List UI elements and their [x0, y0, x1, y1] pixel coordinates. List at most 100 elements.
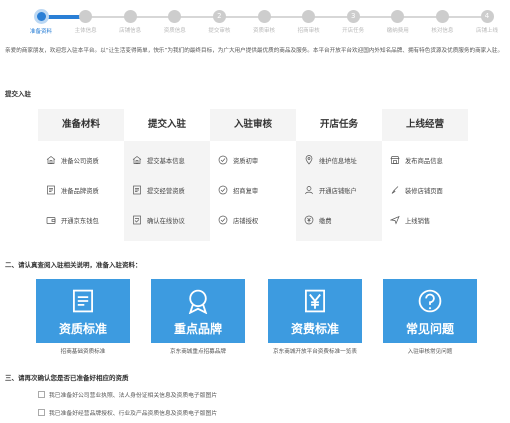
info-card[interactable]: 常见问题	[383, 279, 477, 343]
progress-step: 主体信息	[61, 0, 111, 34]
info-card-caption[interactable]: 京东商城重点招募品牌	[151, 347, 245, 355]
process-item-label: 提交经营资质	[147, 187, 185, 195]
process-item: 开通店铺账户	[304, 185, 357, 195]
process-item-label: 开通京东钱包	[61, 217, 99, 225]
process-item: 缴费	[304, 215, 332, 225]
process-column: 提交入驻 提交基本信息 提交经营资质 确认在线协议	[124, 109, 210, 241]
process-column-title: 准备材料	[38, 109, 124, 141]
progress-step-dot: 3	[346, 10, 360, 23]
process-column-title: 开店任务	[296, 109, 382, 141]
process-column-body: 准备公司资质 准备品牌资质 开通京东钱包	[38, 141, 124, 241]
confirm-checkbox-1[interactable]: 我已准备好公司营业执照、法人身份证相关信息及资质电子版图片	[38, 390, 217, 399]
process-column-body: 提交基本信息 提交经营资质 确认在线协议	[124, 141, 210, 241]
section-title-confirm: 三、请再次确认您是否已准备好相应的资质	[5, 374, 129, 382]
progress-step-label: 资质信息	[163, 28, 186, 34]
info-card-caption[interactable]: 入驻审核常见问题	[383, 347, 477, 355]
location-icon	[304, 155, 314, 165]
contract-icon	[132, 215, 142, 225]
info-card[interactable]: 资质标准	[36, 279, 130, 343]
process-column: 入驻审核 资质初审 招商复审 店铺授权	[210, 109, 296, 241]
confirm-checkbox-2[interactable]: 我已准备好经营品牌授权、行业及产品资质信息及资质电子版图片	[38, 408, 217, 417]
process-item-label: 准备公司资质	[61, 157, 99, 165]
progress-step-dot	[435, 10, 449, 23]
question-icon	[417, 288, 443, 314]
progress-step-dot	[302, 10, 316, 23]
progress-step: 资质信息	[150, 0, 200, 34]
info-card-caption[interactable]: 招商基础资质标准	[36, 347, 130, 355]
process-column: 开店任务维护信息地址 开通店铺账户 缴费	[296, 109, 382, 241]
progress-step: 4 店铺上线	[462, 0, 510, 34]
send-icon	[389, 215, 400, 225]
user-icon	[304, 185, 314, 195]
info-card-caption[interactable]: 京东商城开放平台资费标准一览表	[268, 347, 362, 355]
progress-step-label: 店铺上线	[475, 28, 498, 34]
progress-step-label: 开店任务	[342, 28, 365, 34]
process-item-label: 上线销售	[405, 217, 431, 225]
checkbox-icon[interactable]	[38, 409, 45, 416]
intro-text: 亲爱的商家朋友，欢迎您入驻本平台。以“让生活变得简单，快乐”为我们的最终目标，为…	[5, 48, 504, 54]
progress-step-label: 提交审核	[208, 28, 231, 34]
process-table: 准备材料 准备公司资质 准备品牌资质 开通京东钱包 提交入驻 提交基本信息 提交经营资质 确认…	[38, 109, 468, 241]
progress-step-label: 缴纳费用	[386, 28, 409, 34]
check-icon	[218, 155, 228, 165]
progress-bar: 准备资料 主体信息 店铺信息 资质信息 2 提交审核 资质审核 招商审核 3 开店任务 缴纳费用 核对…	[0, 0, 510, 40]
process-item: 招商复审	[218, 185, 258, 195]
process-item-label: 资质初审	[233, 157, 259, 165]
progress-step-label: 店铺信息	[119, 28, 142, 34]
section-title-prepare: 二、请认真查阅入驻相关说明，准备入驻资料：	[5, 261, 142, 269]
process-item: 装修店铺页面	[390, 185, 443, 195]
progress-step: 2 提交审核	[194, 0, 244, 34]
home-icon	[46, 155, 56, 165]
progress-step: 招商审核	[284, 0, 334, 34]
info-card-title: 重点品牌	[173, 322, 222, 336]
info-card-title: 资费标准	[290, 322, 339, 336]
info-card-title: 常见问题	[405, 322, 454, 336]
process-column: 准备材料 准备公司资质 准备品牌资质 开通京东钱包	[38, 109, 124, 241]
process-item-label: 确认在线协议	[147, 217, 185, 225]
document-icon	[70, 288, 96, 314]
document-icon	[132, 185, 142, 195]
check-icon	[218, 185, 228, 195]
progress-step-label: 招商审核	[297, 28, 320, 34]
home-icon	[132, 155, 142, 165]
process-item-label: 店铺授权	[233, 217, 259, 225]
progress-step-dot	[391, 10, 405, 23]
process-item-label: 维护信息地址	[319, 157, 357, 165]
process-item-label: 装修店铺页面	[405, 187, 443, 195]
process-item: 准备公司资质	[46, 155, 99, 165]
yen-icon	[302, 288, 328, 314]
progress-step-label: 核对信息	[431, 28, 454, 34]
process-item: 维护信息地址	[304, 155, 357, 165]
progress-step-dot	[123, 10, 137, 23]
progress-step-label: 准备资料	[29, 29, 52, 35]
wallet-icon	[46, 215, 56, 225]
progress-step: 店铺信息	[105, 0, 155, 34]
process-item-label: 开通店铺账户	[319, 187, 357, 195]
process-item-label: 发布商品信息	[405, 157, 443, 165]
progress-step: 核对信息	[417, 0, 467, 34]
info-card[interactable]: 资费标准	[268, 279, 362, 343]
confirm-label-1: 我已准备好公司营业执照、法人身份证相关信息及资质电子版图片	[49, 393, 218, 399]
coin-icon	[304, 215, 314, 225]
process-item: 提交基本信息	[132, 155, 185, 165]
process-item: 开通京东钱包	[46, 215, 99, 225]
process-item: 确认在线协议	[132, 215, 185, 225]
process-item-label: 准备品牌资质	[61, 187, 99, 195]
progress-step-dot	[79, 10, 93, 23]
confirm-label-2: 我已准备好经营品牌授权、行业及产品资质信息及资质电子版图片	[49, 411, 218, 417]
progress-step: 准备资料	[16, 0, 66, 35]
process-column: 上线经营 发布商品信息 装修店铺页面 上线销售	[382, 109, 468, 241]
checkbox-icon[interactable]	[38, 391, 45, 398]
process-item-label: 缴费	[319, 217, 332, 225]
process-item-label: 提交基本信息	[147, 157, 185, 165]
process-item: 资质初审	[218, 155, 258, 165]
process-column-title: 上线经营	[382, 109, 468, 141]
progress-step: 3 开店任务	[328, 0, 378, 34]
progress-step-label: 资质审核	[252, 28, 275, 34]
process-column-body: 发布商品信息 装修店铺页面 上线销售	[382, 141, 468, 241]
info-card[interactable]: 重点品牌	[151, 279, 245, 343]
process-item: 店铺授权	[218, 215, 258, 225]
section-title-submit: 提交入驻	[5, 90, 31, 98]
process-column-title: 提交入驻	[124, 109, 210, 141]
progress-step-dot: 4	[480, 10, 494, 23]
